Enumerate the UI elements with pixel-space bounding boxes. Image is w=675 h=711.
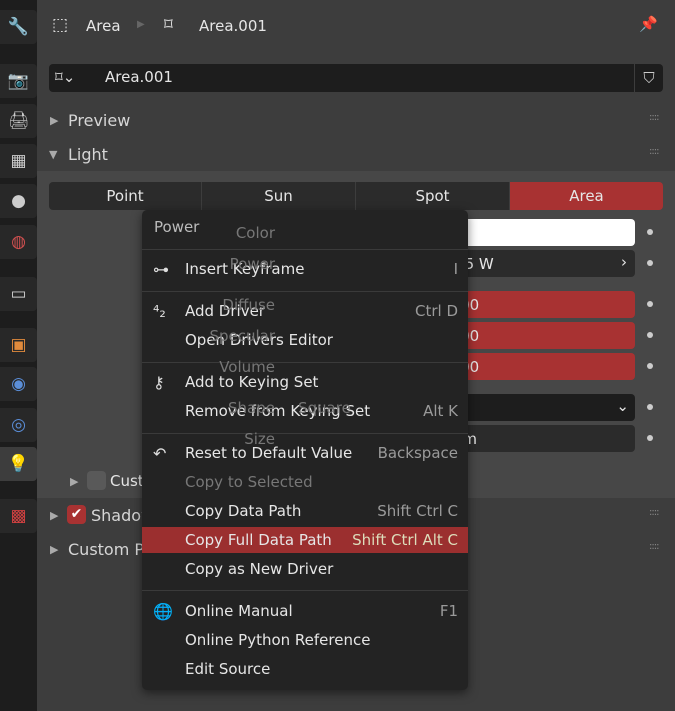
collapsed-arrow-icon: ▶ <box>50 114 59 127</box>
panel-light[interactable]: ▼ Light :::: <box>37 142 675 168</box>
undo-icon: ↶ <box>153 443 167 463</box>
collapsed-arrow-icon: ▶ <box>70 475 79 488</box>
menu-item-copy-full-data-path[interactable]: Copy Full Data Path Shift Ctrl Alt C <box>142 527 468 553</box>
context-menu: Power ⊶ Insert Keyframe I ⁴₂ Add Driver Ctrl… <box>142 210 468 690</box>
menu-item-label: Copy to Selected <box>185 473 313 491</box>
menu-item-copy-as-new-driver[interactable]: Copy as New Driver <box>142 556 468 582</box>
menu-item-add-driver[interactable]: ⁴₂ Add Driver Ctrl D <box>142 298 468 324</box>
animate-property-icon[interactable] <box>647 229 653 235</box>
menu-item-label: Reset to Default Value <box>185 444 353 462</box>
menu-item-label: Copy Full Data Path <box>185 531 332 549</box>
menu-item-label: Insert Keyframe <box>185 260 305 278</box>
properties-tab-bar: 🔧 📷 🖨 ▦ ● ◍ ▭ ▣ ◉ ◎ 💡 ▩ <box>0 0 37 711</box>
modifier-tab-icon[interactable]: ◉ <box>0 367 37 401</box>
drag-handle-icon[interactable]: :::: <box>649 541 660 552</box>
menu-item-label: Add to Keying Set <box>185 373 319 391</box>
light-type-area[interactable]: Area <box>510 182 663 210</box>
menu-item-online-python-reference[interactable]: Online Python Reference <box>142 627 468 653</box>
animate-property-icon[interactable] <box>647 363 653 369</box>
shortcut-text: F1 <box>439 602 458 620</box>
menu-item-label: Online Manual <box>185 602 293 620</box>
breadcrumb-data[interactable]: Area.001 <box>199 17 267 35</box>
output-tab-icon[interactable]: 🖨 <box>0 104 37 138</box>
custom-distance-checkbox[interactable] <box>87 471 106 490</box>
shortcut-text: Backspace <box>377 444 458 462</box>
datablock-name-field[interactable]: Area.001 <box>105 68 173 86</box>
menu-item-label: Add Driver <box>185 302 265 320</box>
drag-handle-icon[interactable]: :::: <box>649 112 660 123</box>
keying-set-icon: ⚷ <box>153 372 165 392</box>
light-type-point[interactable]: Point <box>49 182 202 210</box>
chevron-down-icon: ⌄ <box>616 397 629 415</box>
panel-preview[interactable]: ▶ Preview :::: <box>37 108 675 134</box>
drag-handle-icon[interactable]: :::: <box>649 146 660 157</box>
light-browse-icon[interactable]: ⌑⌄ <box>55 68 75 86</box>
keyframe-add-icon: ⊶ <box>153 259 169 279</box>
panel-title: Light <box>68 145 108 164</box>
menu-item-insert-keyframe[interactable]: ⊶ Insert Keyframe I <box>142 256 468 282</box>
animate-property-icon[interactable] <box>647 332 653 338</box>
menu-item-edit-source[interactable]: Edit Source <box>142 656 468 682</box>
menu-item-copy-data-path[interactable]: Copy Data Path Shift Ctrl C <box>142 498 468 524</box>
menu-item-label: Open Drivers Editor <box>185 331 333 349</box>
tool-tab-icon[interactable]: 🔧 <box>0 10 37 44</box>
menu-separator <box>142 362 468 363</box>
shortcut-text: Shift Ctrl C <box>377 502 458 520</box>
breadcrumb-object[interactable]: Area <box>86 17 121 35</box>
menu-separator <box>142 433 468 434</box>
light-type-sun[interactable]: Sun <box>202 182 356 210</box>
increment-arrow-icon[interactable]: › <box>621 253 627 271</box>
driver-icon: ⁴₂ <box>153 301 166 321</box>
menu-item-label: Edit Source <box>185 660 271 678</box>
menu-item-remove-from-keying-set[interactable]: Remove from Keying Set Alt K <box>142 398 468 424</box>
menu-title: Power <box>154 218 200 236</box>
scene-tab-icon[interactable]: ● <box>0 184 37 218</box>
shortcut-text: Ctrl D <box>414 302 458 320</box>
menu-item-open-drivers-editor[interactable]: Open Drivers Editor <box>142 327 468 353</box>
animate-property-icon[interactable] <box>647 301 653 307</box>
menu-item-label: Copy as New Driver <box>185 560 334 578</box>
animate-property-icon[interactable] <box>647 435 653 441</box>
physics-tab-icon[interactable]: ◎ <box>0 408 37 442</box>
texture-tab-icon[interactable]: ▩ <box>0 499 37 533</box>
menu-item-label: Remove from Keying Set <box>185 402 371 420</box>
menu-separator <box>142 291 468 292</box>
light-type-spot[interactable]: Spot <box>356 182 510 210</box>
pin-icon[interactable]: 📌 <box>639 15 658 33</box>
properties-header: ⬚ Area ▶ ⌑ Area.001 📌 <box>37 0 675 56</box>
render-tab-icon[interactable]: 📷 <box>0 64 37 98</box>
menu-separator <box>142 590 468 591</box>
breadcrumb-separator-icon: ▶ <box>137 19 145 30</box>
light-data-icon: ⌑ <box>164 15 173 35</box>
menu-item-copy-to-selected: Copy to Selected <box>142 469 468 495</box>
collapsed-arrow-icon: ▶ <box>50 509 59 522</box>
shortcut-text: I <box>453 260 458 278</box>
shortcut-text: Shift Ctrl Alt C <box>352 531 458 549</box>
world-tab-icon[interactable]: ◍ <box>0 225 37 259</box>
panel-title: Preview <box>68 111 131 130</box>
object-tab-icon[interactable]: ▣ <box>0 328 37 362</box>
animate-property-icon[interactable] <box>647 404 653 410</box>
expanded-arrow-icon: ▼ <box>49 148 58 161</box>
shortcut-text: Alt K <box>423 402 458 420</box>
object-icon: ⬚ <box>52 15 69 35</box>
menu-item-label: Copy Data Path <box>185 502 302 520</box>
collapsed-arrow-icon: ▶ <box>50 543 59 556</box>
menu-item-online-manual[interactable]: 🌐 Online Manual F1 <box>142 598 468 624</box>
menu-separator <box>142 249 468 250</box>
globe-icon: 🌐 <box>153 601 173 621</box>
view-layer-tab-icon[interactable]: ▦ <box>0 144 37 178</box>
menu-item-reset-default[interactable]: ↶ Reset to Default Value Backspace <box>142 440 468 466</box>
fake-user-shield-icon[interactable]: ⛉ <box>634 64 663 92</box>
collection-tab-icon[interactable]: ▭ <box>0 277 37 311</box>
light-data-tab-icon[interactable]: 💡 <box>0 447 37 481</box>
shadow-checkbox[interactable]: ✔ <box>67 505 86 524</box>
animate-property-icon[interactable] <box>647 260 653 266</box>
drag-handle-icon[interactable]: :::: <box>649 507 660 518</box>
datablock-selector[interactable]: ⌑⌄ Area.001 ⛉ <box>49 64 663 92</box>
menu-item-label: Online Python Reference <box>185 631 371 649</box>
menu-item-add-to-keying-set[interactable]: ⚷ Add to Keying Set <box>142 369 468 395</box>
